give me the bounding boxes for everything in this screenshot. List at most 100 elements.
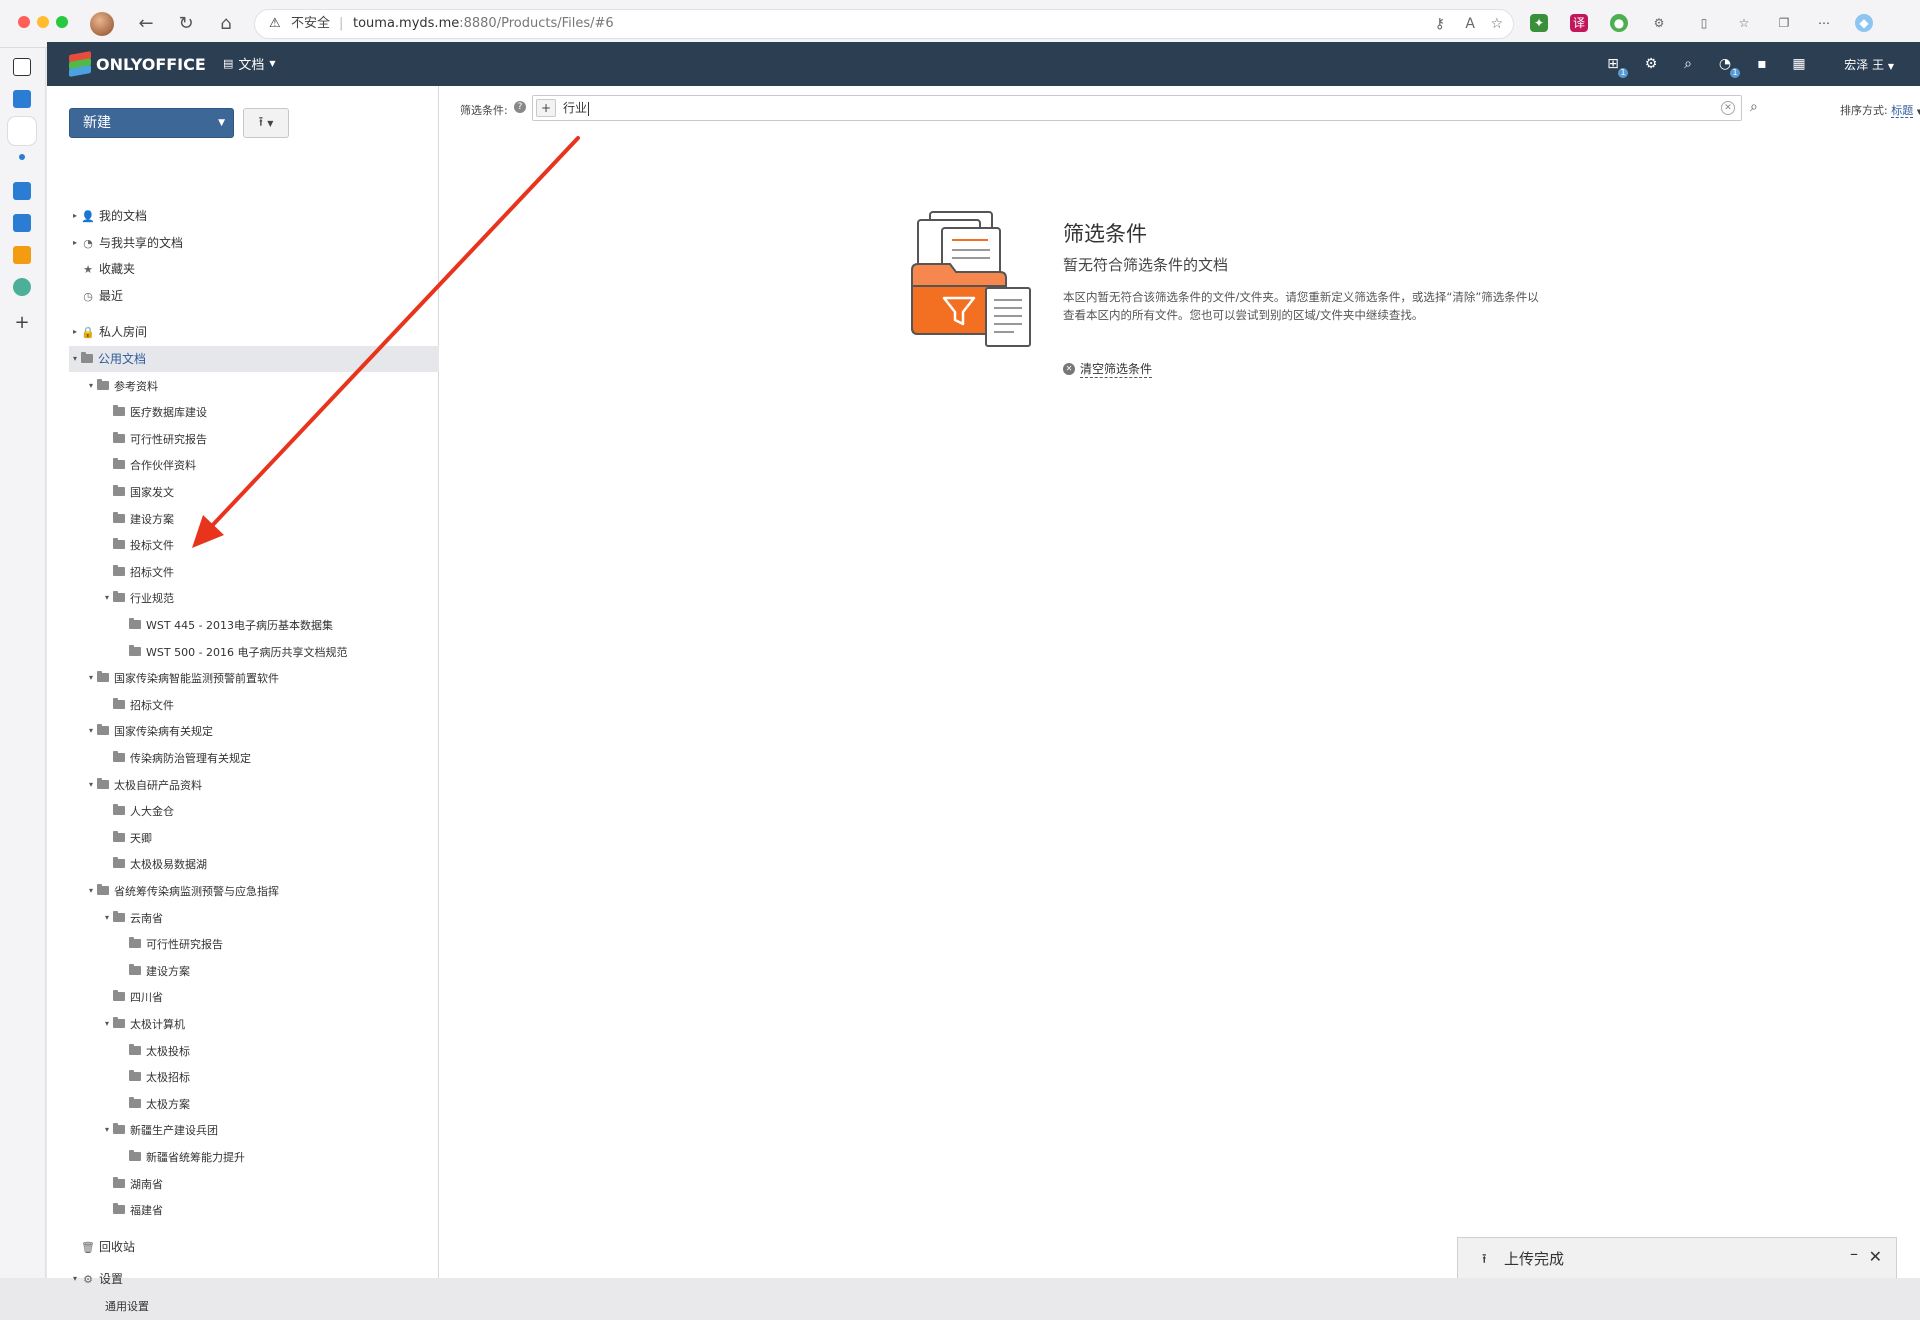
minimize-icon[interactable]: – <box>1850 1244 1858 1263</box>
gift-icon[interactable]: ⊞ 1 <box>1603 54 1628 78</box>
translate-extension-icon[interactable]: 译 <box>1570 14 1588 32</box>
tree-item[interactable]: ▾ 行业规范 <box>69 585 174 611</box>
tree-item[interactable]: 通用设置 <box>69 1293 149 1319</box>
tree-item[interactable]: 新疆省统筹能力提升 <box>69 1144 245 1170</box>
tree-item[interactable]: 可行性研究报告 <box>69 931 223 957</box>
filter-input[interactable]: + 行业 ✕ <box>532 95 1742 121</box>
tree-item[interactable]: ▾ 参考资料 <box>69 373 158 399</box>
tree-item[interactable]: ★ 收藏夹 <box>69 256 135 282</box>
window-close-button[interactable] <box>18 16 30 28</box>
search-icon[interactable]: ⌕ <box>1678 54 1698 74</box>
chevron-down-icon[interactable]: ▾ <box>85 718 97 744</box>
chevron-down-icon[interactable]: ▾ <box>101 905 113 931</box>
chevron-down-icon[interactable]: ▾ <box>101 1117 113 1143</box>
reload-icon[interactable]: ↻ <box>174 12 198 36</box>
chevron-right-icon[interactable]: ▸ <box>69 203 81 229</box>
collections-icon[interactable]: ❐ <box>1775 14 1793 32</box>
tree-item[interactable]: 福建省 <box>69 1197 163 1223</box>
tab-favicon-icon[interactable] <box>13 90 31 108</box>
calendar-icon[interactable]: ▦ <box>1789 54 1809 74</box>
tab-favicon-icon[interactable] <box>13 214 31 232</box>
read-aloud-icon[interactable]: A <box>1465 10 1475 38</box>
chevron-down-icon[interactable]: ▾ <box>85 373 97 399</box>
extension-badge-icon[interactable]: ● <box>1610 14 1628 32</box>
new-button[interactable]: 新建 ▼ <box>69 108 234 138</box>
chevron-right-icon[interactable]: ▸ <box>69 230 81 256</box>
extensions-icon[interactable]: ⚙ <box>1650 14 1668 32</box>
tree-item[interactable]: ▾ 太极自研产品资料 <box>69 772 202 798</box>
search-icon[interactable]: ⌕ <box>1750 99 1758 115</box>
tree-item[interactable]: 四川省 <box>69 984 163 1010</box>
extension-puzzle-icon[interactable]: ✦ <box>1530 14 1548 32</box>
tree-item[interactable]: ▾ ⚙ 设置 <box>69 1266 123 1292</box>
tree-item[interactable]: ▸ 🔒 私人房间 <box>69 319 147 345</box>
help-icon[interactable]: ? <box>514 101 526 113</box>
tree-item[interactable]: ▸ 👤 我的文档 <box>69 203 147 229</box>
tree-item[interactable]: ▾ 云南省 <box>69 905 163 931</box>
favorites-icon[interactable]: ☆ <box>1735 14 1753 32</box>
tab-favicon-icon[interactable] <box>13 182 31 200</box>
tree-item[interactable]: ▾ 太极计算机 <box>69 1011 185 1037</box>
tree-item[interactable]: 太极投标 <box>69 1038 190 1064</box>
close-icon[interactable]: ✕ <box>1869 1247 1882 1266</box>
upload-button[interactable]: ⭱ ▼ <box>243 108 289 138</box>
gear-icon[interactable]: ⚙ <box>1641 54 1661 74</box>
more-menu-icon[interactable]: ⋯ <box>1815 14 1833 32</box>
tree-item[interactable]: ▾ 国家传染病有关规定 <box>69 718 213 744</box>
chat-icon[interactable]: ▪ <box>1752 54 1772 74</box>
tree-item[interactable]: 招标文件 <box>69 692 174 718</box>
window-minimize-button[interactable] <box>37 16 49 28</box>
tree-item[interactable]: 投标文件 <box>69 532 174 558</box>
tree-item[interactable]: ▾ 公用文档 <box>69 346 439 372</box>
favorite-star-icon[interactable]: ☆ <box>1490 10 1503 38</box>
chevron-down-icon[interactable]: ▾ <box>69 1266 81 1292</box>
tree-item[interactable]: 人大金仓 <box>69 798 174 824</box>
back-icon[interactable]: ← <box>134 12 158 36</box>
tree-item[interactable]: 合作伙伴资料 <box>69 452 196 478</box>
split-screen-icon[interactable]: ▯ <box>1695 14 1713 32</box>
module-switcher[interactable]: ▤ 文档 ▼ <box>223 54 276 73</box>
tab-favicon-icon[interactable] <box>13 246 31 264</box>
tree-item[interactable]: 湖南省 <box>69 1171 163 1197</box>
chevron-right-icon[interactable]: ▸ <box>69 319 81 345</box>
tree-item[interactable]: ▾ 国家传染病智能监测预警前置软件 <box>69 665 279 691</box>
tree-item[interactable]: ▾ 新疆生产建设兵团 <box>69 1117 218 1143</box>
tree-item[interactable]: 太极招标 <box>69 1064 190 1090</box>
key-icon[interactable]: ⚷ <box>1435 10 1445 38</box>
tree-item[interactable]: 🗑 回收站 <box>69 1234 135 1260</box>
tree-item[interactable]: ▾ 省统筹传染病监测预警与应急指挥 <box>69 878 279 904</box>
tree-item[interactable]: WST 500 - 2016 电子病历共享文档规范 <box>69 639 348 665</box>
tree-item[interactable]: 医疗数据库建设 <box>69 399 207 425</box>
clear-filter-icon[interactable]: ✕ <box>1721 101 1735 115</box>
chevron-down-icon[interactable]: ▾ <box>85 772 97 798</box>
tree-item[interactable]: ◷ 最近 <box>69 283 123 309</box>
new-tab-icon[interactable]: + <box>13 314 31 332</box>
browser-profile-avatar[interactable] <box>90 12 114 36</box>
tab-loading-icon[interactable] <box>19 154 25 160</box>
chevron-down-icon[interactable]: ▾ <box>101 1011 113 1037</box>
onlyoffice-tab-icon[interactable] <box>13 122 31 140</box>
app-logo[interactable]: ONLYOFFICE <box>69 51 206 77</box>
chevron-down-icon[interactable]: ▾ <box>85 665 97 691</box>
tree-item[interactable]: 太极方案 <box>69 1091 190 1117</box>
tree-item[interactable]: 可行性研究报告 <box>69 426 207 452</box>
tree-item[interactable]: 建设方案 <box>69 506 174 532</box>
user-menu[interactable]: 宏泽 王 ▼ <box>1844 56 1894 73</box>
chevron-down-icon[interactable]: ▾ <box>101 585 113 611</box>
clear-filter-link[interactable]: ✕ 清空筛选条件 <box>1063 360 1153 378</box>
home-icon[interactable]: ⌂ <box>214 12 238 36</box>
window-maximize-button[interactable] <box>56 16 68 28</box>
tree-item[interactable]: WST 445 - 2013电子病历基本数据集 <box>69 612 333 638</box>
tab-favicon-icon[interactable] <box>13 278 31 296</box>
address-bar[interactable]: ⚠ 不安全 | touma.myds.me:8880/Products/File… <box>254 9 1514 39</box>
tree-item[interactable]: ▸ ◔ 与我共享的文档 <box>69 230 183 256</box>
chevron-down-icon[interactable]: ▾ <box>85 878 97 904</box>
add-filter-button[interactable]: + <box>536 99 556 117</box>
tree-item[interactable]: 传染病防治管理有关规定 <box>69 745 251 771</box>
sort-control[interactable]: 排序方式: 标题 ▼ ▁▃▅ <box>1840 102 1920 118</box>
feed-icon[interactable]: ◔ 1 <box>1715 54 1740 78</box>
tree-item[interactable]: 国家发文 <box>69 479 174 505</box>
chevron-down-icon[interactable]: ▾ <box>69 346 81 372</box>
copilot-icon[interactable]: ◆ <box>1855 14 1873 32</box>
tab-actions-icon[interactable] <box>13 58 31 76</box>
